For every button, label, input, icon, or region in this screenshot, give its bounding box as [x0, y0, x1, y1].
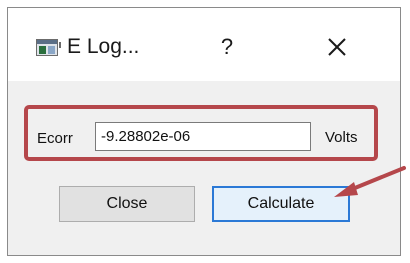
- ecorr-highlight-box: [24, 105, 378, 161]
- window-title: E Log...: [67, 35, 140, 58]
- annotation-arrow-icon: [334, 166, 406, 197]
- close-button[interactable]: Close: [59, 186, 195, 222]
- title-bar: E Log... ?: [8, 8, 400, 81]
- close-icon[interactable]: [322, 32, 352, 62]
- help-icon[interactable]: ?: [212, 32, 242, 62]
- e-log-dialog: E Log... ? Ecorr Volts Close Calculate: [7, 7, 401, 256]
- app-window-icon: [36, 39, 61, 56]
